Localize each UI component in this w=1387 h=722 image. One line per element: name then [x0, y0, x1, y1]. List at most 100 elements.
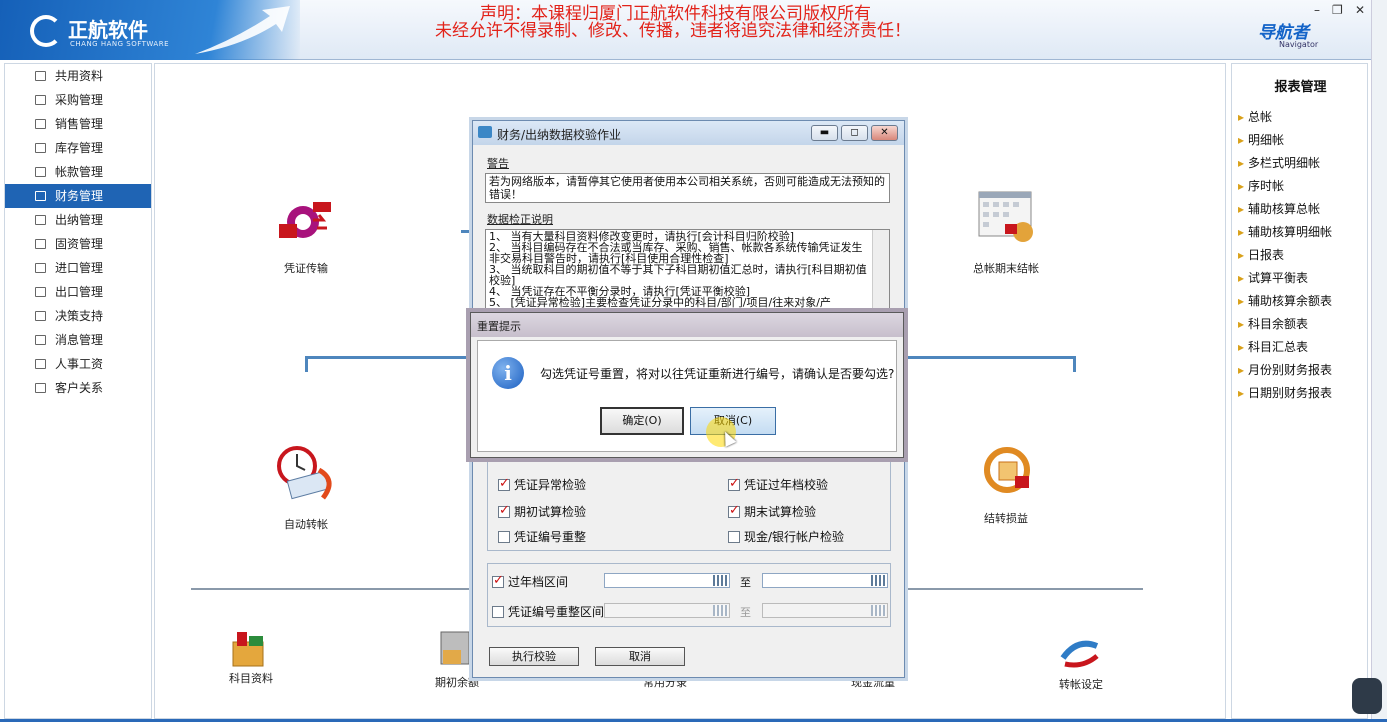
checkbox-unchecked[interactable]	[498, 531, 510, 543]
restore-button[interactable]: ❐	[1332, 3, 1343, 17]
calendar-picker-icon[interactable]	[713, 575, 728, 586]
menu-item-label: 库存管理	[55, 141, 104, 155]
check-label: 凭证过年档校验	[744, 478, 829, 492]
reset-confirm-modal: 重置提示 i 勾选凭证号重置，将对以往凭证重新进行编号，请确认是否要勾选? 确定…	[470, 312, 904, 458]
renumber-start-input	[604, 603, 730, 618]
voucher-transfer-label: 凭证传输	[284, 262, 328, 275]
logo-band: 正航软件 CHANG HANG SOFTWARE	[0, 0, 300, 60]
report-link[interactable]: 日期别财务报表	[1238, 384, 1332, 401]
menu-item[interactable]: 库存管理	[5, 136, 151, 160]
report-link[interactable]: 序时帐	[1238, 177, 1284, 194]
report-link[interactable]: 日报表	[1238, 246, 1284, 263]
voucher-abnormal-check[interactable]: 凭证异常检验	[498, 476, 586, 493]
voucher-renumber-check[interactable]: 凭证编号重整	[498, 528, 586, 545]
calendar-picker-icon[interactable]	[871, 575, 886, 586]
hr-icon	[35, 359, 46, 369]
report-link[interactable]: 辅助核算余额表	[1238, 292, 1332, 309]
menu-item[interactable]: 出口管理	[5, 280, 151, 304]
checkbox-checked[interactable]	[728, 503, 740, 518]
flow-connector	[305, 356, 308, 372]
menu-item[interactable]: 帐款管理	[5, 160, 151, 184]
dialog-cancel-button[interactable]: 取消	[595, 647, 685, 666]
report-link[interactable]: 月份别财务报表	[1238, 361, 1332, 378]
people-icon	[35, 383, 46, 393]
report-link[interactable]: 科目汇总表	[1238, 338, 1308, 355]
minimize-button[interactable]: –	[1314, 3, 1320, 17]
bar-chart-icon	[35, 335, 46, 345]
menu-item[interactable]: 人事工资	[5, 352, 151, 376]
description-scrollbar[interactable]	[872, 230, 889, 312]
clock-transfer-icon	[277, 446, 332, 500]
cart-icon	[35, 95, 46, 105]
yen-icon	[35, 215, 46, 225]
menu-item-label: 采购管理	[55, 93, 104, 107]
overyear-start-date[interactable]	[604, 573, 730, 588]
menu-item[interactable]: 客户关系	[5, 376, 151, 400]
info-icon: i	[492, 357, 524, 389]
check-label: 现金/银行帐户检验	[744, 530, 845, 544]
dialog-maximize-button[interactable]: ◻	[841, 125, 868, 141]
menu-item[interactable]: 固资管理	[5, 232, 151, 256]
renumber-range-check[interactable]: 凭证编号重整区间	[492, 603, 604, 620]
export-icon	[35, 287, 46, 297]
menu-item[interactable]: 共用资料	[5, 64, 151, 88]
check-options-group: 凭证异常检验 凭证过年档校验 期初试算检验 期末试算检验 凭证编号重整 现金/银…	[487, 451, 891, 551]
menu-item[interactable]: 财务管理	[5, 184, 151, 208]
menu-item-label: 出口管理	[55, 285, 104, 299]
report-link[interactable]: 辅助核算总帐	[1238, 200, 1320, 217]
period-end-close-label: 总帐期末结帐	[973, 262, 1039, 275]
menu-item[interactable]: 消息管理	[5, 328, 151, 352]
cash-bank-check[interactable]: 现金/银行帐户检验	[728, 528, 844, 545]
range-to-label: 至	[740, 576, 751, 589]
modal-title: 重置提示	[477, 320, 521, 333]
report-panel: 报表管理 总帐明细帐多栏式明细帐序时帐辅助核算总帐辅助核算明细帐日报表试算平衡表…	[1231, 63, 1368, 719]
checkbox-checked[interactable]	[498, 503, 510, 518]
checkbox-checked[interactable]	[728, 476, 740, 491]
menu-item-label: 人事工资	[55, 357, 104, 371]
opening-trial-check[interactable]: 期初试算检验	[498, 503, 586, 520]
overyear-range-check[interactable]: 过年档区间	[492, 573, 568, 590]
subject-data-label: 科目资料	[229, 672, 273, 685]
menu-item[interactable]: 进口管理	[5, 256, 151, 280]
voucher-overyear-check[interactable]: 凭证过年档校验	[728, 476, 828, 493]
description-list[interactable]: 1、 当有大量科目资料修改变更时，请执行[会计科目归阶校验] 2、 当科目编码存…	[485, 229, 890, 313]
module-menu: 共用资料采购管理销售管理库存管理帐款管理 财务管理 出纳管理 固资管理 进口管理出口管理…	[4, 63, 152, 719]
report-link[interactable]: 明细帐	[1238, 131, 1284, 148]
modal-titlebar: 重置提示	[471, 313, 903, 337]
close-button[interactable]: ✕	[1355, 3, 1365, 17]
transfer-settings-icon	[1060, 640, 1099, 668]
report-link[interactable]: 辅助核算明细帐	[1238, 223, 1332, 240]
range-label: 过年档区间	[508, 575, 569, 589]
checkbox-unchecked[interactable]	[728, 531, 740, 543]
logo-icon	[30, 15, 62, 47]
dialog-minimize-button[interactable]: ▬	[811, 125, 838, 141]
confirm-ok-button[interactable]: 确定(O)	[600, 407, 684, 435]
report-link[interactable]: 多栏式明细帐	[1238, 154, 1320, 171]
report-link[interactable]: 科目余额表	[1238, 315, 1308, 332]
right-scrollbar[interactable]	[1371, 0, 1387, 722]
menu-item[interactable]: 采购管理	[5, 88, 151, 112]
execute-verification-button[interactable]: 执行校验	[489, 647, 579, 666]
dialog-close-button[interactable]: ✕	[871, 125, 898, 141]
description-line: 5、 [凭证异常检验]主要检查凭证分录中的科目/部门/项目/往来对象/产	[489, 296, 831, 309]
checkbox-checked[interactable]	[498, 476, 510, 491]
floating-tool-button[interactable]	[1352, 678, 1382, 714]
range-label: 凭证编号重整区间	[508, 605, 605, 619]
decision-icon	[35, 311, 46, 321]
report-link[interactable]: 试算平衡表	[1238, 269, 1308, 286]
range-group: 过年档区间 至 凭证编号重整区间 至	[487, 563, 891, 627]
checkbox-checked[interactable]	[492, 573, 504, 588]
description-label: 数据检正说明	[487, 213, 553, 226]
ledger-icon	[35, 167, 46, 177]
menu-item[interactable]: 出纳管理	[5, 208, 151, 232]
report-link[interactable]: 总帐	[1238, 108, 1272, 125]
overyear-end-date[interactable]	[762, 573, 888, 588]
checkbox-unchecked[interactable]	[492, 606, 504, 618]
check-label: 凭证编号重整	[514, 530, 587, 544]
app-header: 正航软件 CHANG HANG SOFTWARE 声明：本课程归厦门正航软件科技…	[0, 0, 1387, 60]
menu-item[interactable]: 决策支持	[5, 304, 151, 328]
range-to-label: 至	[740, 606, 751, 619]
closing-trial-check[interactable]: 期末试算检验	[728, 503, 816, 520]
warning-label: 警告	[487, 157, 509, 170]
menu-item[interactable]: 销售管理	[5, 112, 151, 136]
